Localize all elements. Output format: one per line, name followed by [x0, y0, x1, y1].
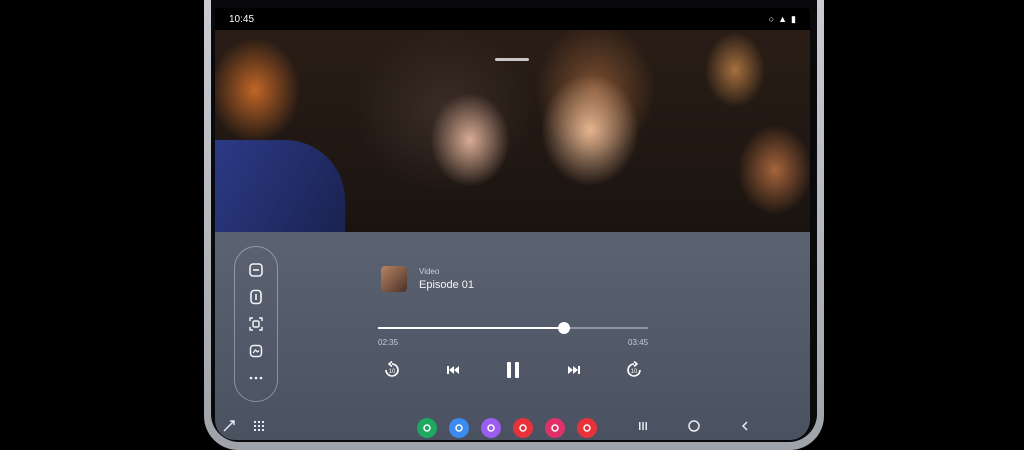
youtube-app-icon[interactable] — [577, 418, 597, 438]
playback-controls: 10 10 — [378, 356, 648, 384]
wifi-icon: ○ — [768, 14, 775, 24]
flex-mode-panel: Video Episode 01 02:35 03:45 10 10 — [215, 232, 810, 440]
screen: 10:45 ○ ▲ ▮ Video Episode 01 02:35 03:45… — [215, 8, 810, 440]
app-drawer-icon[interactable] — [253, 419, 265, 437]
gallery-app-icon[interactable] — [545, 418, 565, 438]
navigation-bar — [637, 419, 751, 438]
split-view-icon[interactable] — [246, 260, 266, 280]
pip-icon[interactable] — [246, 287, 266, 307]
status-icons: ○ ▲ ▮ — [769, 14, 796, 25]
more-icon[interactable] — [246, 368, 266, 388]
phone-app-icon[interactable] — [417, 418, 437, 438]
pause-icon[interactable] — [499, 356, 527, 384]
media-title: Episode 01 — [419, 279, 475, 291]
drag-handle[interactable] — [495, 58, 529, 61]
status-time: 10:45 — [229, 13, 255, 25]
screenshot-icon[interactable] — [246, 341, 266, 361]
edge-handle-icon[interactable] — [223, 419, 235, 437]
media-thumbnail — [381, 266, 407, 292]
seek-bar-progress — [378, 327, 565, 329]
svg-text:10: 10 — [631, 369, 638, 375]
media-info: Video Episode 01 — [381, 266, 474, 292]
signal-icon: ▲ — [778, 14, 788, 24]
previous-track-icon[interactable] — [439, 356, 467, 384]
taskbar-left — [223, 419, 265, 437]
recents-icon[interactable] — [637, 419, 649, 437]
media-source: Video — [419, 267, 440, 276]
screen-capture-icon[interactable] — [246, 314, 266, 334]
flex-mode-side-panel — [234, 246, 278, 402]
time-elapsed: 02:35 — [378, 338, 399, 347]
taskbar-apps — [417, 418, 597, 438]
time-total: 03:45 — [628, 338, 649, 347]
battery-icon: ▮ — [791, 13, 796, 24]
video-frame-detail — [215, 140, 345, 232]
messages-app-icon[interactable] — [449, 418, 469, 438]
svg-text:10: 10 — [389, 369, 396, 375]
next-track-icon[interactable] — [560, 356, 588, 384]
forward-10-icon[interactable]: 10 — [620, 356, 648, 384]
rewind-10-icon[interactable]: 10 — [378, 356, 406, 384]
home-icon[interactable] — [687, 419, 701, 438]
flipboard-app-icon[interactable] — [513, 418, 533, 438]
seek-bar[interactable] — [378, 322, 648, 334]
video-player[interactable] — [215, 30, 810, 232]
taskbar — [215, 415, 810, 440]
status-bar: 10:45 ○ ▲ ▮ — [215, 8, 810, 30]
chat-app-icon[interactable] — [481, 418, 501, 438]
back-icon[interactable] — [739, 419, 751, 437]
seek-bar-thumb[interactable] — [558, 322, 571, 334]
